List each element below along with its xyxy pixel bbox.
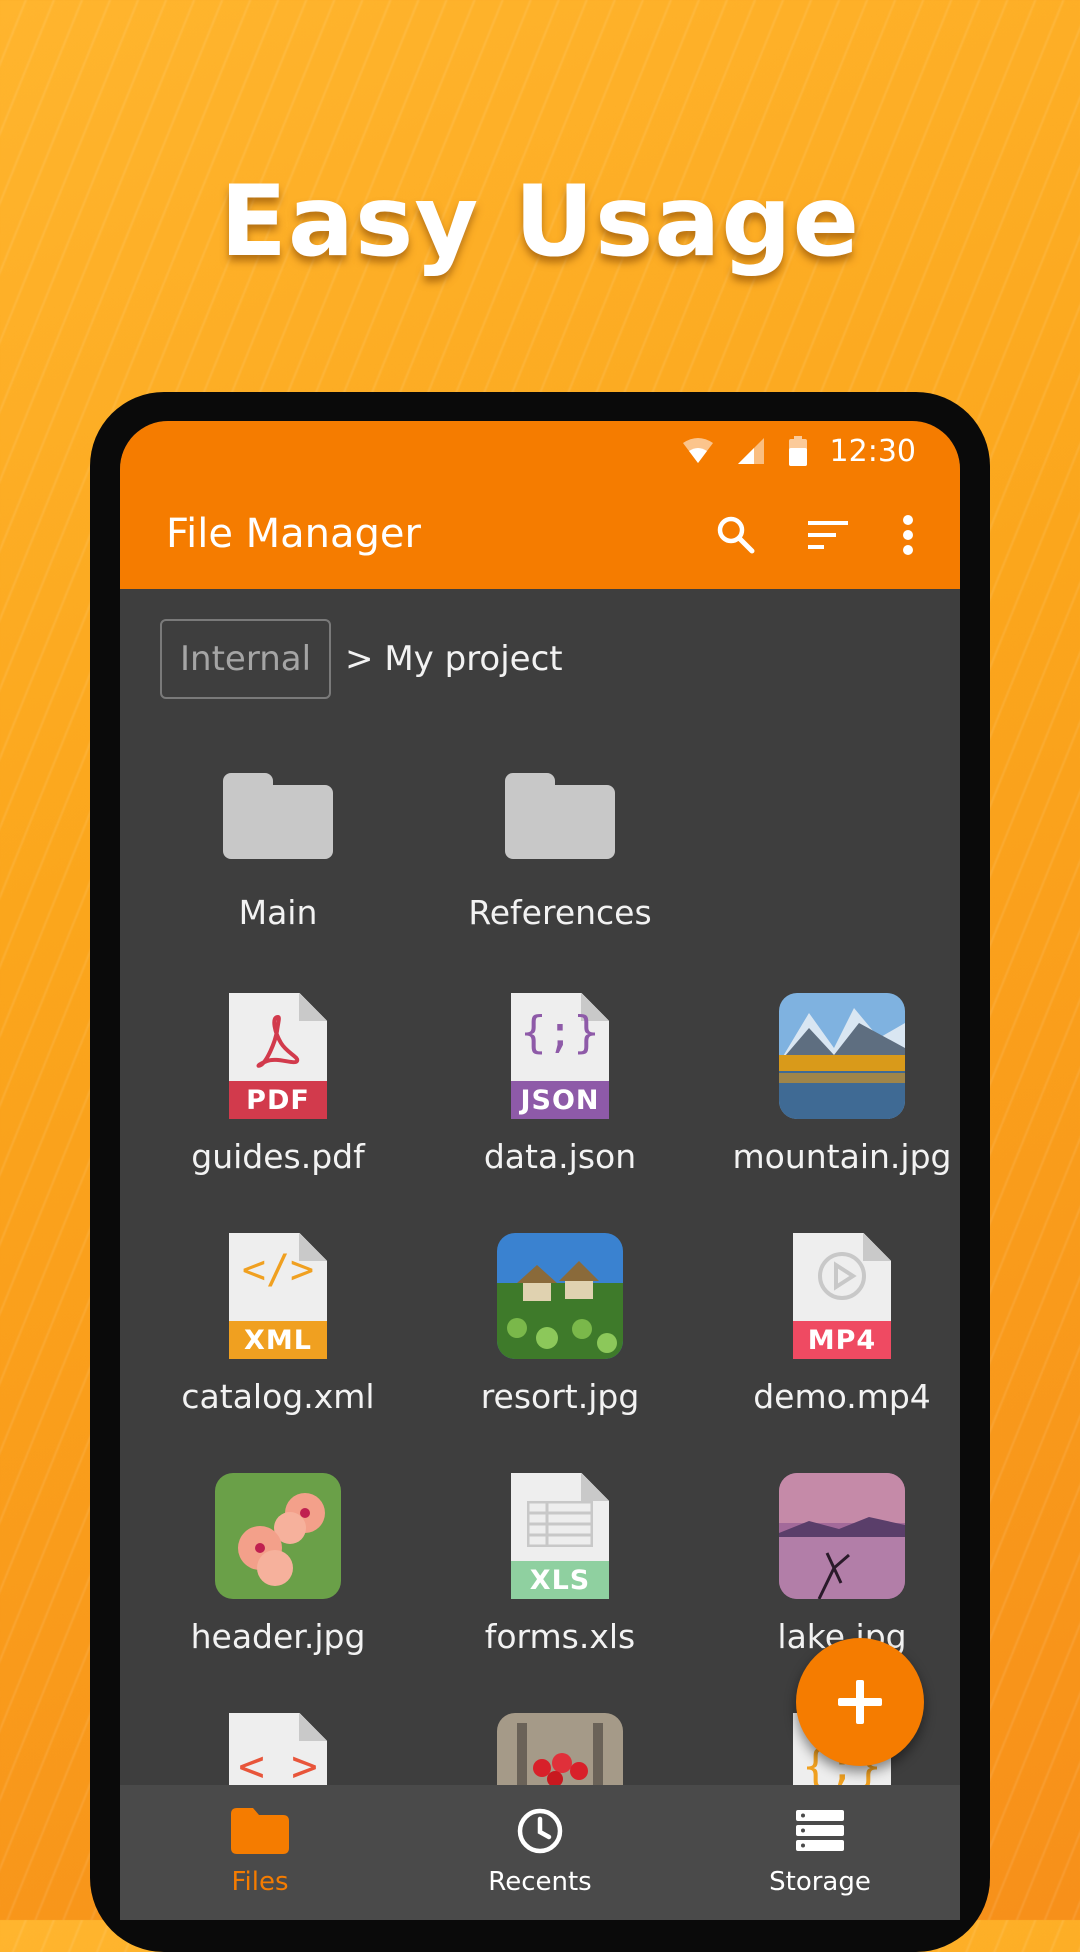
bottom-navigation: Files Recents Storage xyxy=(120,1785,960,1920)
grid-item[interactable]: XLS forms.xls xyxy=(419,1473,701,1656)
grid-item[interactable]: Main xyxy=(137,773,419,932)
grid-item[interactable]: </> XML catalog.xml xyxy=(137,1233,419,1416)
grid-item[interactable]: mountain.jpg xyxy=(701,993,960,1176)
sort-icon[interactable] xyxy=(800,507,856,563)
flower-thumbnail xyxy=(215,1473,341,1599)
storage-icon xyxy=(790,1805,850,1857)
item-label: catalog.xml xyxy=(181,1377,375,1416)
wifi-icon xyxy=(682,438,713,463)
item-label: header.jpg xyxy=(190,1617,366,1656)
xml-badge: XML xyxy=(229,1321,327,1359)
xls-badge: XLS xyxy=(511,1561,609,1599)
folder-icon xyxy=(230,1805,290,1857)
grid-item[interactable]: header.jpg xyxy=(137,1473,419,1656)
resort-thumbnail xyxy=(497,1233,623,1359)
headline: Easy Usage xyxy=(219,165,861,279)
add-button[interactable] xyxy=(796,1638,924,1766)
nav-label: Storage xyxy=(769,1867,871,1897)
item-label: mountain.jpg xyxy=(732,1137,952,1176)
grid-item[interactable]: MP4 demo.mp4 xyxy=(701,1233,960,1416)
item-label: demo.mp4 xyxy=(753,1377,931,1416)
item-label: resort.jpg xyxy=(480,1377,640,1416)
pdf-file-icon: PDF xyxy=(229,993,327,1119)
grid-item[interactable]: PDF guides.pdf xyxy=(137,993,419,1176)
status-bar: 12:30 xyxy=(120,421,960,481)
xml-file-icon: </> XML xyxy=(229,1233,327,1359)
breadcrumb-current[interactable]: > My project xyxy=(345,639,563,679)
mountain-thumbnail xyxy=(779,993,905,1119)
mp4-badge: MP4 xyxy=(793,1321,891,1359)
nav-storage[interactable]: Storage xyxy=(680,1785,960,1920)
nav-label: Recents xyxy=(488,1867,592,1897)
clock-icon xyxy=(510,1805,570,1857)
nav-files[interactable]: Files xyxy=(120,1785,400,1920)
battery-icon xyxy=(788,436,807,466)
status-time: 12:30 xyxy=(829,433,916,469)
lake-thumbnail xyxy=(779,1473,905,1599)
add-icon xyxy=(838,1680,882,1724)
breadcrumb: Internal > My project xyxy=(160,617,563,701)
folder-icon xyxy=(505,773,615,859)
item-label: Main xyxy=(238,893,318,932)
app-bar: File Manager xyxy=(120,481,960,589)
app-title: File Manager xyxy=(166,511,421,557)
item-label: data.json xyxy=(483,1137,637,1176)
grid-item[interactable]: resort.jpg xyxy=(419,1233,701,1416)
json-badge: JSON xyxy=(511,1081,609,1119)
grid-item[interactable]: {;} JSON data.json xyxy=(419,993,701,1176)
folder-icon xyxy=(223,773,333,859)
item-label: forms.xls xyxy=(484,1617,636,1656)
nav-label: Files xyxy=(231,1867,289,1897)
breadcrumb-internal[interactable]: Internal xyxy=(160,619,332,699)
video-file-icon: MP4 xyxy=(793,1233,891,1359)
spreadsheet-file-icon: XLS xyxy=(511,1473,609,1599)
item-label: guides.pdf xyxy=(191,1137,365,1176)
json-file-icon: {;} JSON xyxy=(511,993,609,1119)
more-vert-icon[interactable] xyxy=(880,507,936,563)
search-icon[interactable] xyxy=(708,507,764,563)
item-label: References xyxy=(468,893,652,932)
nav-recents[interactable]: Recents xyxy=(400,1785,680,1920)
grid-item[interactable]: lake.jpg xyxy=(701,1473,960,1656)
grid-item[interactable]: References xyxy=(419,773,701,932)
signal-icon xyxy=(737,438,764,464)
pdf-badge: PDF xyxy=(229,1081,327,1119)
